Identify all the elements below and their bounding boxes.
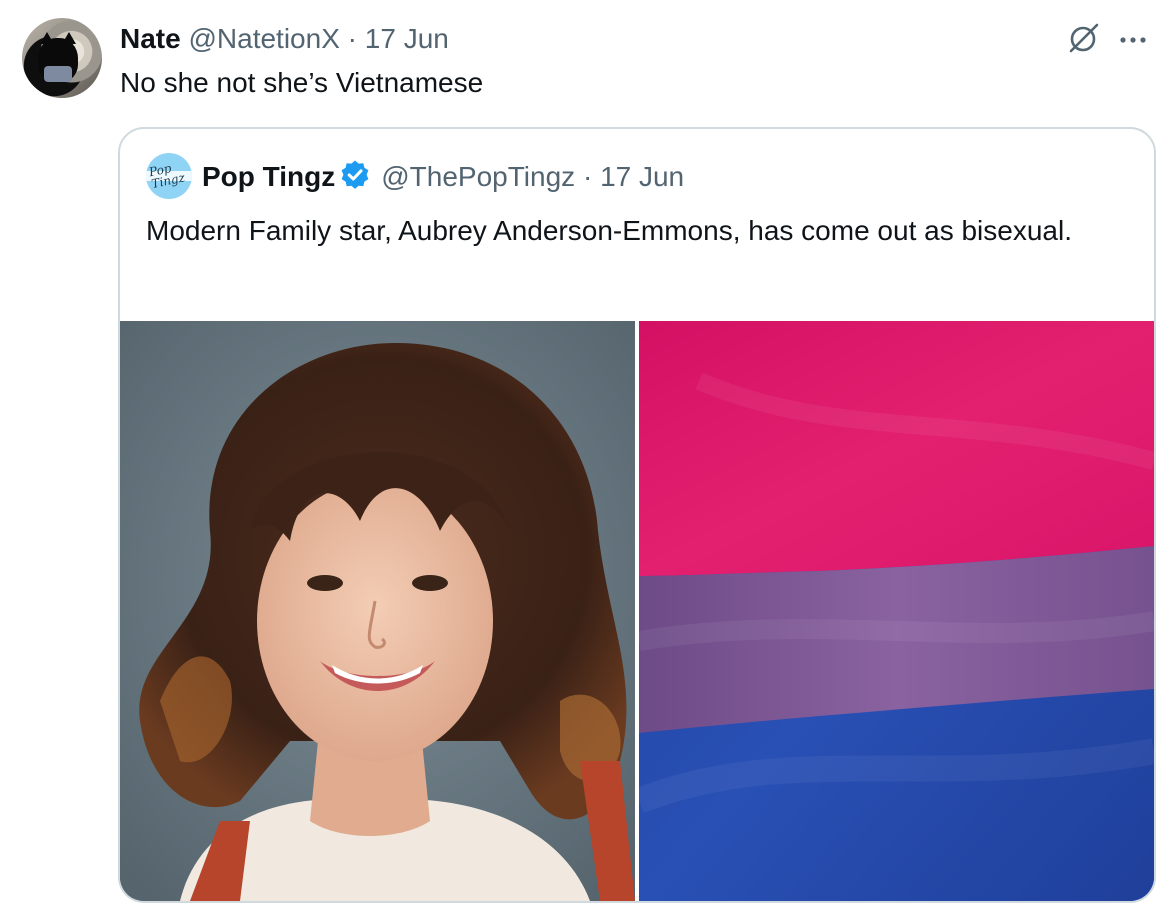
author-name[interactable]: Nate bbox=[120, 23, 181, 54]
more-icon[interactable] bbox=[1116, 24, 1150, 54]
flag-illustration bbox=[639, 321, 1154, 901]
grok-icon[interactable] bbox=[1064, 20, 1102, 58]
quote-header: Pop Tingz @ThePopTingz · 17 Jun bbox=[202, 159, 684, 194]
tweet-date[interactable]: 17 Jun bbox=[365, 23, 449, 54]
quoted-tweet[interactable]: Pop Tingz Pop Tingz @ThePopTingz · 17 Ju… bbox=[118, 127, 1156, 903]
bisexual-flag-photo[interactable] bbox=[639, 321, 1154, 901]
quote-author-handle[interactable]: @ThePopTingz bbox=[381, 161, 575, 192]
author-handle[interactable]: @NatetionX bbox=[188, 23, 339, 54]
quote-media[interactable] bbox=[120, 321, 1154, 901]
tweet[interactable]: Nate @NatetionX · 17 Jun No she not she’… bbox=[0, 0, 1176, 914]
avatar-logo-text: Pop Tingz bbox=[147, 160, 187, 192]
portrait-illustration bbox=[120, 321, 635, 901]
quote-text: Modern Family star, Aubrey Anderson-Emmo… bbox=[146, 215, 1072, 246]
tweet-header: Nate @NatetionX · 17 Jun bbox=[120, 22, 449, 56]
portrait-photo[interactable] bbox=[120, 321, 635, 901]
verified-badge-icon bbox=[341, 160, 369, 189]
avatar-cat-shirt bbox=[44, 66, 72, 82]
header-separator: · bbox=[347, 23, 357, 54]
quote-author-name[interactable]: Pop Tingz bbox=[202, 161, 335, 192]
quote-author-avatar[interactable]: Pop Tingz bbox=[146, 153, 192, 199]
author-avatar[interactable] bbox=[22, 18, 102, 98]
quote-date[interactable]: 17 Jun bbox=[600, 161, 684, 192]
quote-header-separator: · bbox=[582, 161, 593, 192]
tweet-text: No she not she’s Vietnamese bbox=[120, 67, 484, 98]
